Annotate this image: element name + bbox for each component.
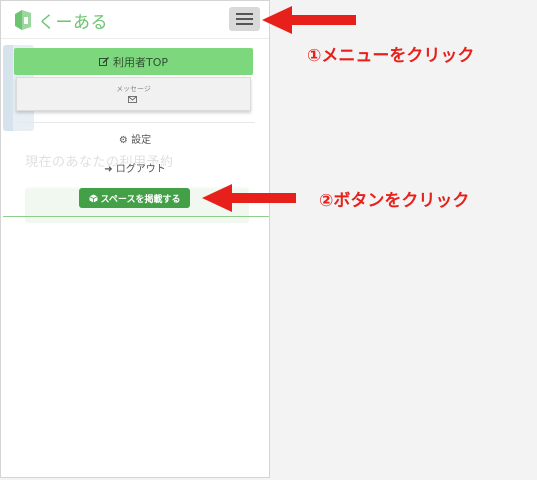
annotation-step1: ①メニューをクリック — [307, 46, 475, 66]
hamburger-icon-bar — [236, 13, 253, 15]
logout-label: ログアウト — [115, 164, 166, 175]
hamburger-icon-bar — [236, 23, 253, 25]
post-space-button[interactable]: スペースを掲載する — [79, 188, 190, 208]
annotation-step2: ②ボタンをクリック — [319, 191, 470, 211]
user-top-label: 利用者TOP — [112, 55, 168, 69]
message-label: メッセージ — [116, 85, 151, 93]
arrow-icon-step2 — [202, 184, 296, 212]
message-menu-item[interactable]: メッセージ — [16, 77, 251, 111]
arrow-icon-step1 — [262, 6, 356, 34]
cube-icon — [88, 194, 98, 202]
gear-icon: ⚙ — [118, 135, 128, 146]
edit-icon — [98, 56, 109, 66]
menu-divider — [17, 122, 255, 123]
post-space-label: スペースを掲載する — [100, 194, 181, 205]
settings-label: 設定 — [131, 135, 152, 146]
envelope-icon — [128, 96, 137, 103]
logout-menu-item[interactable]: ➜ ログアウト — [1, 160, 269, 175]
logo-icon[interactable] — [13, 9, 35, 31]
background-divider — [3, 216, 269, 217]
user-top-button[interactable]: 利用者TOP — [14, 48, 253, 75]
sign-out-icon: ➜ — [104, 164, 113, 175]
mobile-screen: 現在のあなたの利用予約 くーある 利用者TOP メッセージ ⚙ 設定 ➜ ログア… — [0, 0, 270, 478]
navbar: くーある — [1, 1, 269, 39]
settings-menu-item[interactable]: ⚙ 設定 — [1, 131, 269, 146]
brand-name[interactable]: くーある — [38, 8, 108, 33]
hamburger-icon-bar — [236, 18, 253, 20]
hamburger-menu-button[interactable] — [229, 7, 260, 31]
